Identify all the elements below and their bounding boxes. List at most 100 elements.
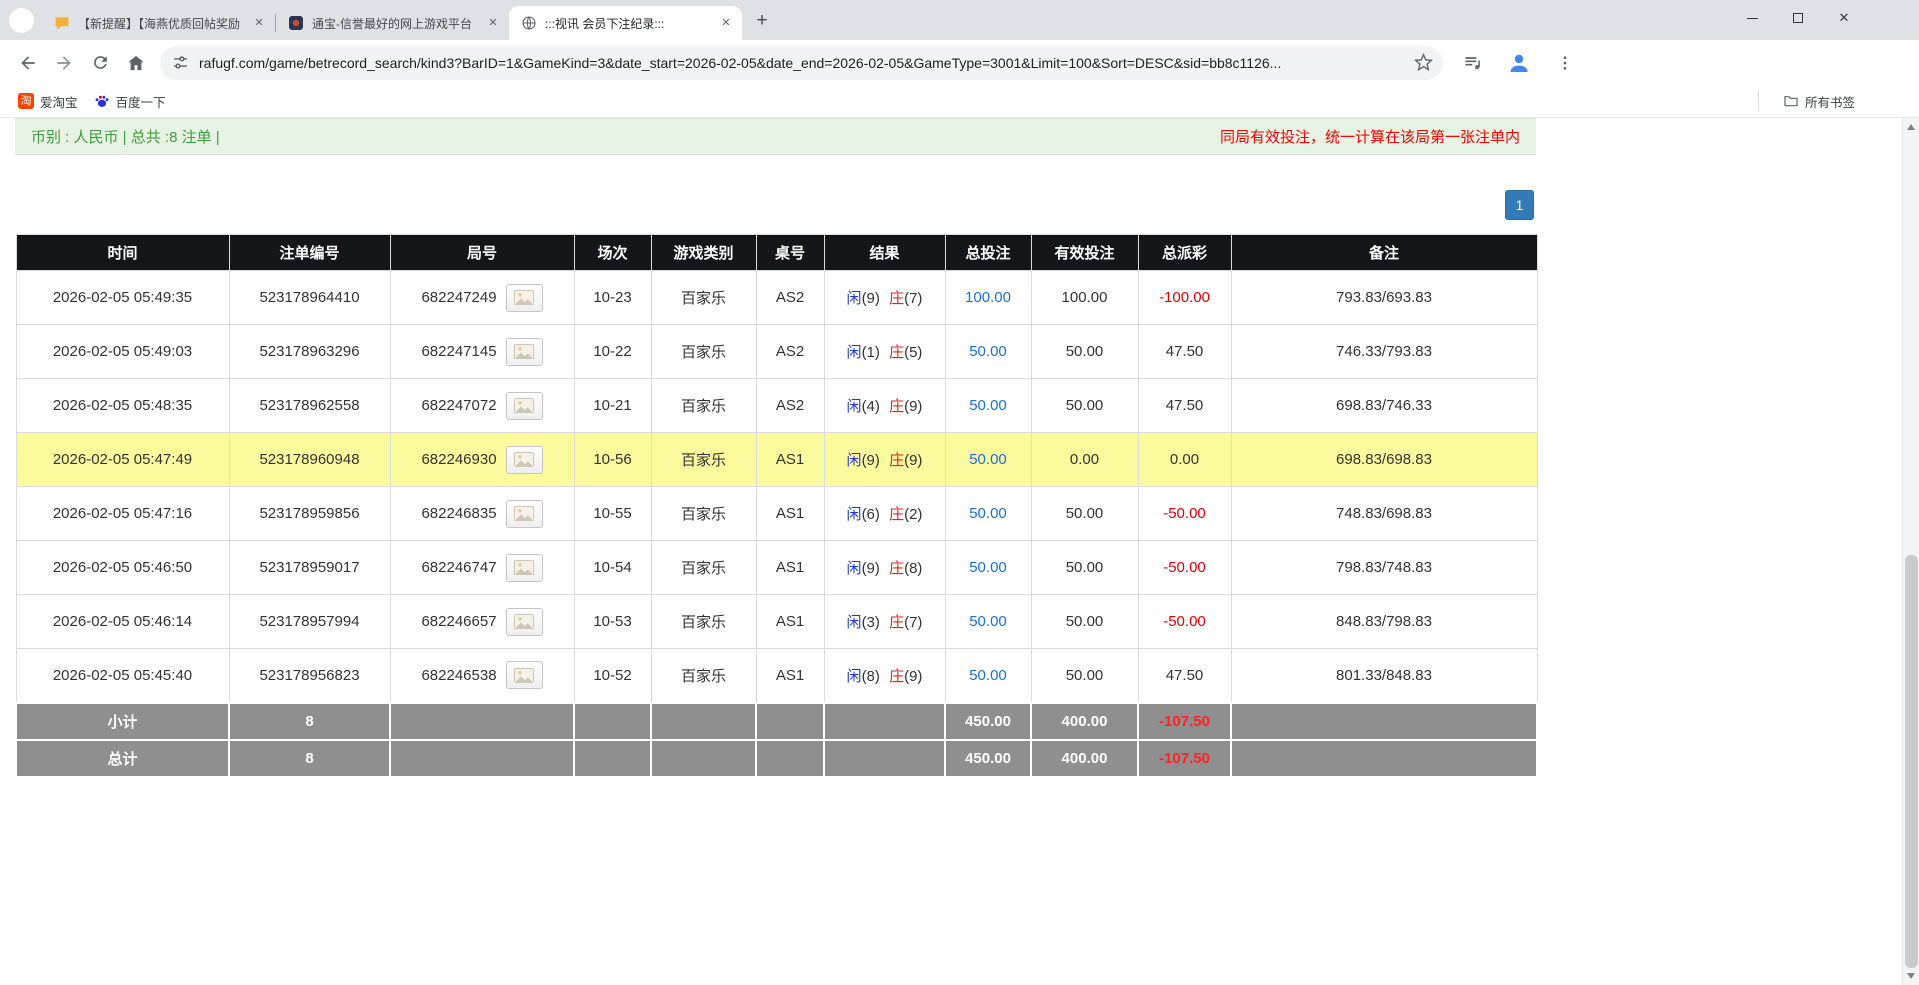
cell-valid-bet: 0.00 <box>1030 432 1139 487</box>
table-row: 2026-02-05 05:47:49 523178960948 6822469… <box>15 432 1538 487</box>
profile-avatar[interactable] <box>1501 45 1537 81</box>
cell-total-bet[interactable]: 100.00 <box>944 270 1032 325</box>
cell-table-no: AS2 <box>755 378 825 433</box>
scroll-down-icon[interactable] <box>1907 973 1915 979</box>
window-controls: ✕ <box>1729 0 1867 36</box>
cell-total-bet[interactable]: 50.00 <box>944 378 1032 433</box>
replay-video-button[interactable] <box>505 661 543 690</box>
cell-note: 746.33/793.83 <box>1230 324 1538 379</box>
scrollbar-thumb[interactable] <box>1905 555 1918 968</box>
cell-note: 798.83/748.83 <box>1230 540 1538 595</box>
header-bet-id: 注单编号 <box>228 234 391 271</box>
cell-game-type: 百家乐 <box>650 270 757 325</box>
tab-haiyan-forum[interactable]: 【新提醒】【海燕优质回帖奖励 ✕ <box>42 6 275 40</box>
cell-result: 闲(9) 庄(7) <box>823 270 946 325</box>
new-tab-button[interactable]: + <box>748 8 776 36</box>
maximize-button[interactable] <box>1775 0 1821 36</box>
subtotal-label: 小计 <box>15 701 230 741</box>
tab-tongbao[interactable]: 通宝-信誉最好的网上游戏平台 ✕ <box>276 6 509 40</box>
cell-valid-bet: 50.00 <box>1030 378 1139 433</box>
close-button[interactable]: ✕ <box>1821 0 1867 36</box>
bookmark-baidu[interactable]: 百度一下 <box>86 88 174 114</box>
cell-round: 682246835 <box>389 486 575 541</box>
cell-bet-id: 523178956823 <box>228 648 391 703</box>
subtotal-valid-bet: 400.00 <box>1030 701 1139 741</box>
all-bookmarks-button[interactable]: 所有书签 <box>1775 88 1863 114</box>
vertical-scrollbar[interactable] <box>1902 118 1919 985</box>
result-player: 闲(1) <box>846 344 880 361</box>
cell-total-bet[interactable]: 50.00 <box>944 648 1032 703</box>
cell-total-bet[interactable]: 50.00 <box>944 594 1032 649</box>
round-number: 682246538 <box>421 666 497 684</box>
address-bar[interactable]: rafugf.com/game/betrecord_search/kind3?B… <box>160 45 1443 80</box>
bookmark-taobao[interactable]: 淘 爱淘宝 <box>10 88 86 114</box>
cell-total-bet[interactable]: 50.00 <box>944 540 1032 595</box>
cell-note: 793.83/693.83 <box>1230 270 1538 325</box>
result-player: 闲(8) <box>846 667 880 685</box>
menu-button[interactable] <box>1547 45 1583 81</box>
tab-close-icon[interactable]: ✕ <box>718 15 734 31</box>
subtotal-count: 8 <box>228 701 391 741</box>
back-button[interactable] <box>10 45 46 81</box>
globe-icon <box>521 15 537 31</box>
bookmark-label: 百度一下 <box>115 95 166 110</box>
bookmark-star-icon[interactable] <box>1414 53 1433 72</box>
result-player: 闲(3) <box>846 614 880 631</box>
site-info-icon[interactable] <box>172 54 189 71</box>
pagination: 1 <box>15 190 1536 220</box>
minimize-button[interactable] <box>1729 0 1775 36</box>
replay-video-button[interactable] <box>505 445 543 474</box>
header-time: 时间 <box>15 234 230 271</box>
replay-video-button[interactable] <box>505 553 543 582</box>
replay-video-button[interactable] <box>505 337 543 366</box>
cell-note: 698.83/698.83 <box>1230 432 1538 487</box>
cell-session: 10-56 <box>573 432 652 487</box>
cell-table-no: AS1 <box>755 432 825 487</box>
cell-round: 682247145 <box>389 324 575 379</box>
pagination-page-1-button[interactable]: 1 <box>1505 190 1534 220</box>
cell-session: 10-53 <box>573 594 652 649</box>
result-banker: 庄(9) <box>889 398 923 415</box>
cell-payout: 47.50 <box>1137 324 1232 379</box>
cell-total-bet[interactable]: 50.00 <box>944 486 1032 541</box>
refresh-button[interactable] <box>82 45 118 81</box>
media-controls-icon <box>1465 56 1480 69</box>
media-controls-button[interactable] <box>1455 45 1491 81</box>
replay-video-button[interactable] <box>505 391 543 420</box>
picture-icon <box>514 452 535 467</box>
cell-total-bet[interactable]: 50.00 <box>944 432 1032 487</box>
tab-close-icon[interactable]: ✕ <box>251 15 267 31</box>
cell-time: 2026-02-05 05:49:03 <box>15 324 230 379</box>
cell-total-bet[interactable]: 50.00 <box>944 324 1032 379</box>
cell-session: 10-22 <box>573 324 652 379</box>
result-banker: 庄(5) <box>889 344 923 361</box>
picture-icon <box>514 344 535 359</box>
tab-bet-record-active[interactable]: :::视讯 会员下注纪录::: ✕ <box>509 6 742 40</box>
home-button[interactable] <box>118 45 154 81</box>
cell-round: 682246657 <box>389 594 575 649</box>
tongbao-favicon-icon <box>288 15 304 31</box>
url-text[interactable]: rafugf.com/game/betrecord_search/kind3?B… <box>199 55 1414 71</box>
tab-title: :::视讯 会员下注纪录::: <box>545 16 665 31</box>
cell-session: 10-23 <box>573 270 652 325</box>
result-player: 闲(9) <box>846 452 880 469</box>
replay-video-button[interactable] <box>505 499 543 528</box>
cell-time: 2026-02-05 05:46:14 <box>15 594 230 649</box>
result-banker: 庄(9) <box>889 452 923 469</box>
subtotal-payout: -107.50 <box>1137 701 1232 741</box>
cell-game-type: 百家乐 <box>650 648 757 703</box>
cell-result: 闲(8) 庄(9) <box>823 648 946 703</box>
replay-video-button[interactable] <box>505 607 543 636</box>
header-valid-bet: 有效投注 <box>1030 234 1139 271</box>
scroll-up-icon[interactable] <box>1907 124 1915 130</box>
replay-video-button[interactable] <box>505 283 543 312</box>
subtotal-row: 小计 8 450.00 400.00 -107.50 <box>15 701 1538 741</box>
forward-button[interactable] <box>46 45 82 81</box>
cell-note: 848.83/798.83 <box>1230 594 1538 649</box>
cell-note: 748.83/698.83 <box>1230 486 1538 541</box>
table-row: 2026-02-05 05:49:03 523178963296 6822471… <box>15 324 1538 379</box>
tab-close-icon[interactable]: ✕ <box>485 15 501 31</box>
subtotal-total-bet: 450.00 <box>944 701 1032 741</box>
taobao-icon: 淘 <box>18 93 34 109</box>
cell-bet-id: 523178959856 <box>228 486 391 541</box>
